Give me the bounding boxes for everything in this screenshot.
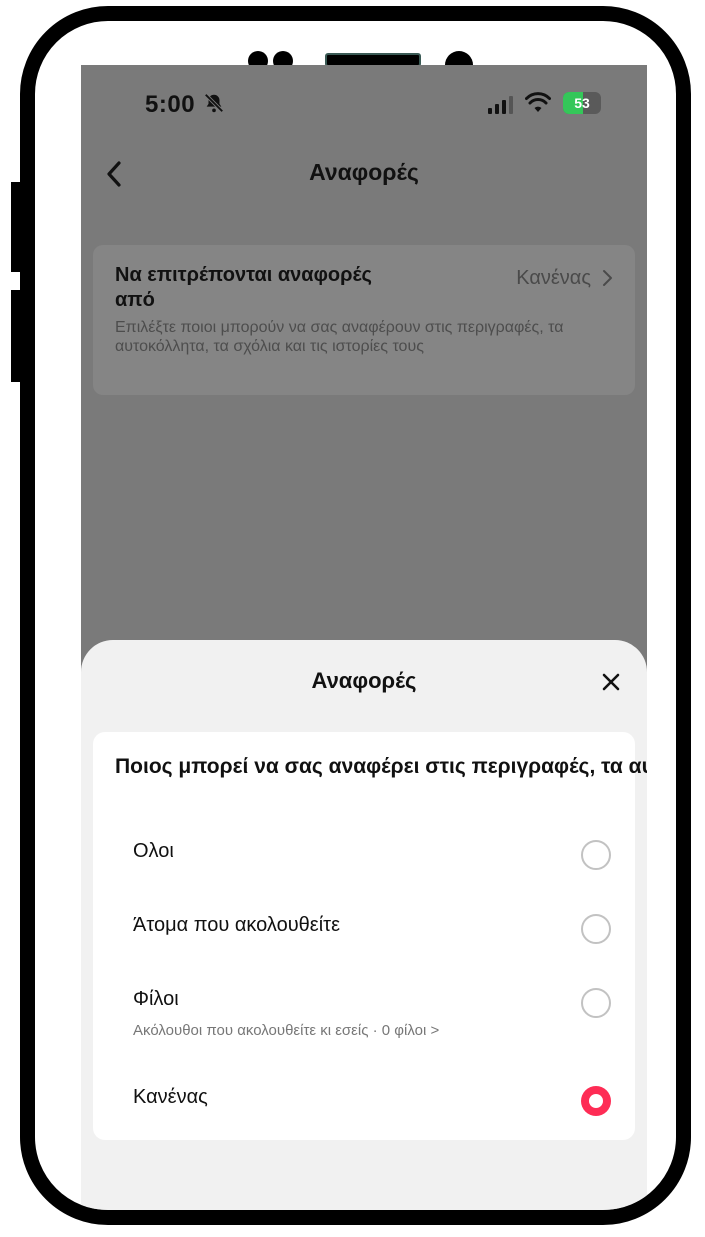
radio-button[interactable] xyxy=(581,988,611,1018)
radio-button[interactable] xyxy=(581,1086,611,1116)
status-time: 5:00 xyxy=(145,91,196,118)
sheet-title: Αναφορές xyxy=(311,668,417,693)
close-icon[interactable] xyxy=(599,670,623,694)
option-everyone[interactable]: Ολοι xyxy=(93,840,635,900)
bottom-sheet: Αναφορές Ποιος μπορεί να σας αναφέρει στ… xyxy=(81,640,647,1210)
signal-icon xyxy=(488,96,513,114)
setting-description: Επιλέξτε ποιοι μπορούν να σας αναφέρουν … xyxy=(115,319,564,355)
battery-icon: 53 xyxy=(563,92,601,114)
wifi-icon xyxy=(525,92,551,112)
bell-slash-icon xyxy=(204,93,224,113)
option-label: Ολοι xyxy=(133,840,174,862)
option-no-one[interactable]: Κανένας xyxy=(93,1086,635,1146)
radio-button[interactable] xyxy=(581,840,611,870)
status-bar: 5:00 53 xyxy=(81,65,647,145)
mentions-setting-row[interactable]: Να επιτρέπονται αναφορές από Κανένας Επι… xyxy=(93,245,635,395)
setting-title: Να επιτρέπονται αναφορές από xyxy=(115,264,372,311)
options-card: Ποιος μπορεί να σας αναφέρει στις περιγρ… xyxy=(93,732,647,1140)
friends-sublabel-link[interactable]: Ακόλουθοι που ακολουθείτε κι εσείς · 0 φ… xyxy=(133,1022,439,1039)
navigation-bar: Αναφορές xyxy=(81,155,647,195)
phone-frame: 5:00 53 Αναφορές Να επιτρέπονται αναφορέ… xyxy=(20,6,691,1225)
screen: 5:00 53 Αναφορές Να επιτρέπονται αναφορέ… xyxy=(81,65,647,1210)
battery-level: 53 xyxy=(574,95,590,111)
radio-button[interactable] xyxy=(581,914,611,944)
option-following[interactable]: Άτομα που ακολουθείτε xyxy=(93,914,635,974)
option-friends[interactable]: Φίλοι Ακόλουθοι που ακολουθείτε κι εσείς… xyxy=(93,988,635,1048)
setting-value: Κανένας xyxy=(516,267,591,289)
options-question: Ποιος μπορεί να σας αναφέρει στις περιγρ… xyxy=(115,755,647,778)
page-title: Αναφορές xyxy=(309,159,419,185)
chevron-right-icon xyxy=(603,270,612,286)
option-label: Κανένας xyxy=(133,1086,208,1108)
option-label: Φίλοι xyxy=(133,988,179,1010)
option-label: Άτομα που ακολουθείτε xyxy=(133,914,340,936)
